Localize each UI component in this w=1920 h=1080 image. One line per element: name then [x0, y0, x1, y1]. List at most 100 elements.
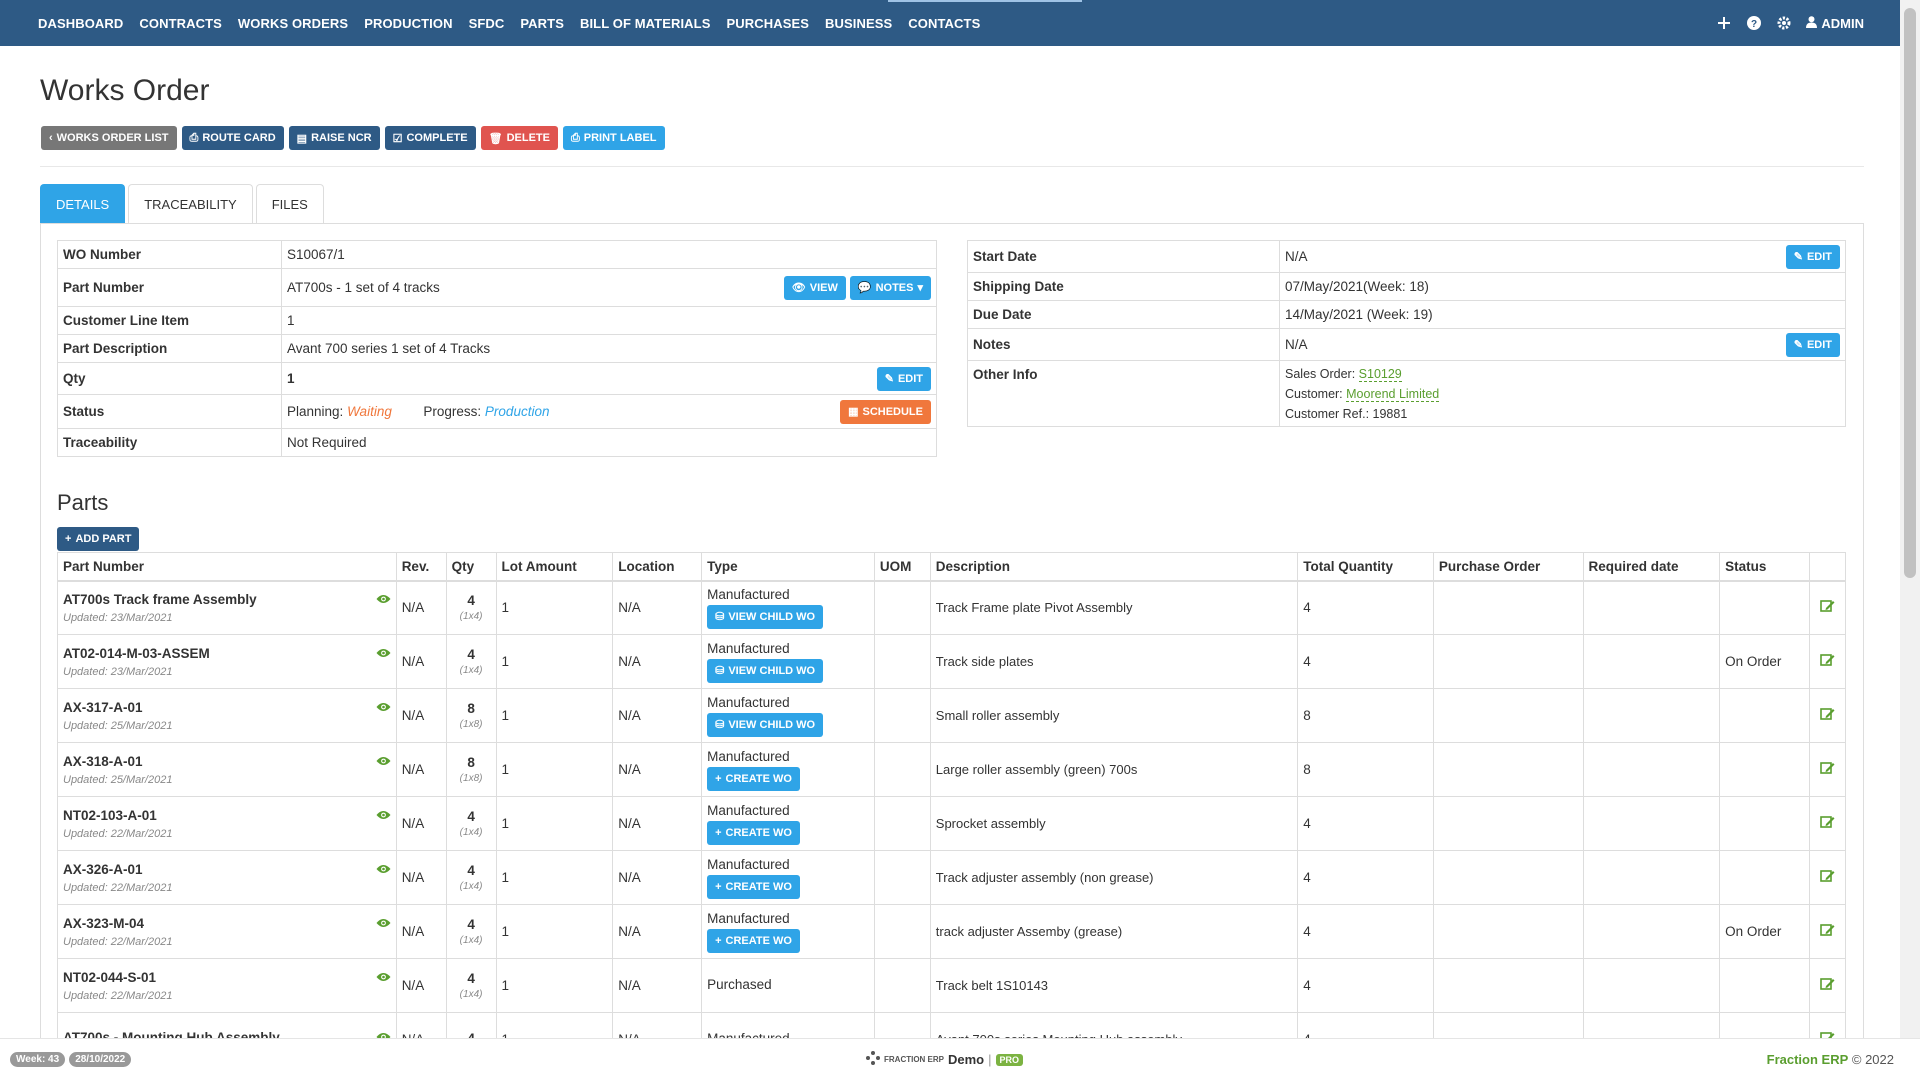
part-number-cell: NT02-044-S-01 Updated: 22/Mar/2021 [57, 958, 397, 1013]
part-number[interactable]: AX-317-A-01 [63, 700, 172, 715]
plus-icon[interactable] [1716, 15, 1732, 31]
col-total-quantity[interactable]: Total Quantity [1297, 552, 1434, 582]
part-number[interactable]: NT02-103-A-01 [63, 808, 172, 823]
col-purchase-order[interactable]: Purchase Order [1432, 552, 1584, 582]
qty-breakdown: (1x8) [459, 773, 483, 784]
edit-icon[interactable] [1820, 924, 1835, 940]
eye-icon[interactable] [376, 862, 391, 877]
part-number[interactable]: AX-326-A-01 [63, 862, 172, 877]
type-value: Manufactured [707, 748, 790, 764]
edit-icon[interactable] [1820, 762, 1835, 778]
create-wo-button[interactable]: + CREATE WO [707, 820, 800, 845]
create-wo-button[interactable]: + CREATE WO [707, 874, 800, 899]
print-label-button[interactable]: ⎙ PRINT LABEL [562, 126, 665, 150]
eye-icon[interactable] [376, 754, 391, 769]
nav-contacts[interactable]: CONTACTS [900, 16, 988, 31]
uom-cell [873, 742, 931, 797]
tab-files[interactable]: FILES [255, 184, 324, 224]
nav-business[interactable]: BUSINESS [817, 16, 900, 31]
raise-ncr-button[interactable]: ▤ RAISE NCR [288, 126, 380, 150]
scrollbar-thumb[interactable] [1904, 8, 1916, 578]
part-number-cell: AT02-014-M-03-ASSEM Updated: 23/Mar/2021 [57, 634, 397, 689]
delete-button[interactable]: 🗑 DELETE [480, 126, 558, 150]
updated-date: Updated: 22/Mar/2021 [63, 989, 173, 1002]
tab-traceability[interactable]: TRACEABILITY [128, 184, 253, 224]
part-number[interactable]: AX-323-M-04 [63, 916, 172, 931]
edit-icon[interactable] [1820, 708, 1835, 724]
eye-icon[interactable] [376, 916, 391, 931]
nav-purchases[interactable]: PURCHASES [718, 16, 817, 31]
col-status[interactable]: Status [1719, 552, 1810, 582]
fraction-logo-icon [866, 1051, 880, 1068]
plus-icon: + [715, 880, 722, 893]
complete-button[interactable]: ☑ COMPLETE [384, 126, 476, 150]
view-part-button[interactable]: 👁 VIEW [783, 275, 846, 300]
location-cell: N/A [612, 742, 703, 797]
description-cell: track adjuster Assemby (grease) [929, 904, 1299, 959]
col-lot-amount[interactable]: Lot Amount [495, 552, 614, 582]
edit-start-date-button[interactable]: ✎ EDIT [1785, 244, 1840, 269]
nav-works-orders[interactable]: WORKS ORDERS [230, 16, 356, 31]
parts-heading: Parts [57, 490, 109, 515]
tab-details[interactable]: DETAILS [40, 184, 126, 224]
edit-icon[interactable] [1820, 870, 1835, 886]
table-row: AX-326-A-01 Updated: 22/Mar/2021 N/A 4 (… [57, 850, 1847, 905]
customer-link[interactable]: Moorend Limited [1346, 386, 1440, 402]
col-required-date[interactable]: Required date [1582, 552, 1721, 582]
rev-cell: N/A [395, 796, 447, 851]
qty-value: 1 [287, 371, 295, 386]
add-part-button[interactable]: + ADD PART [57, 527, 140, 551]
notes-dropdown-button[interactable]: 💬 NOTES ▾ [849, 275, 931, 300]
eye-icon[interactable] [376, 700, 391, 715]
description-cell: Track Frame plate Pivot Assembly [929, 580, 1299, 635]
print-icon: ⎙ [570, 131, 580, 144]
edit-qty-button[interactable]: ✎ EDIT [876, 366, 931, 391]
col-description[interactable]: Description [929, 552, 1299, 582]
nav-parts[interactable]: PARTS [512, 16, 572, 31]
col-type[interactable]: Type [701, 552, 875, 582]
edit-icon[interactable] [1820, 816, 1835, 832]
create-wo-button[interactable]: + CREATE WO [707, 928, 800, 953]
schedule-button[interactable]: ▦ SCHEDULE [840, 399, 931, 424]
nav-production[interactable]: PRODUCTION [356, 16, 460, 31]
user-menu[interactable]: ADMIN [1806, 16, 1864, 31]
view-child-wo-button[interactable]: ⛁ VIEW CHILD WO [707, 712, 824, 737]
part-number[interactable]: AT700s Track frame Assembly [63, 592, 257, 607]
col-rev[interactable]: Rev. [395, 552, 447, 582]
view-child-wo-button[interactable]: ⛁ VIEW CHILD WO [707, 658, 824, 683]
help-icon[interactable]: ? [1746, 15, 1762, 31]
required-date-cell [1582, 634, 1721, 689]
nav-contracts[interactable]: CONTRACTS [131, 16, 230, 31]
user-name: ADMIN [1821, 15, 1864, 31]
start-date-label: Start Date [967, 240, 1280, 273]
edit-icon[interactable] [1820, 978, 1835, 994]
eye-icon[interactable] [376, 808, 391, 823]
nav-bill-of-materials[interactable]: BILL OF MATERIALS [572, 16, 719, 31]
nav-sfdc[interactable]: SFDC [461, 16, 513, 31]
col-qty[interactable]: Qty [445, 552, 497, 582]
col-uom[interactable]: UOM [873, 552, 931, 582]
cubes-icon: ⛁ [715, 719, 725, 731]
eye-icon[interactable] [376, 970, 391, 985]
gear-icon[interactable] [1776, 15, 1792, 31]
sales-order-link[interactable]: S10129 [1358, 366, 1402, 382]
nav-dashboard[interactable]: DASHBOARD [30, 16, 131, 31]
action-bar: ‹ WORKS ORDER LIST ⎙ ROUTE CARD ▤ RAISE NCR… [41, 126, 665, 150]
part-number[interactable]: AX-318-A-01 [63, 754, 172, 769]
create-wo-button[interactable]: + CREATE WO [707, 766, 800, 791]
edit-cell [1808, 688, 1847, 743]
page-scrollbar[interactable] [1900, 0, 1920, 1038]
works-order-list-button[interactable]: ‹ WORKS ORDER LIST [41, 126, 177, 150]
edit-icon[interactable] [1820, 600, 1835, 616]
eye-icon[interactable] [376, 646, 391, 661]
edit-cell [1808, 634, 1847, 689]
col-location[interactable]: Location [612, 552, 703, 582]
route-card-button[interactable]: ⎙ ROUTE CARD [181, 126, 284, 150]
eye-icon[interactable] [376, 592, 391, 607]
part-number[interactable]: NT02-044-S-01 [63, 970, 172, 985]
view-child-wo-button[interactable]: ⛁ VIEW CHILD WO [707, 604, 824, 629]
edit-notes-button[interactable]: ✎ EDIT [1785, 332, 1840, 357]
edit-icon[interactable] [1820, 654, 1835, 670]
part-number[interactable]: AT02-014-M-03-ASSEM [63, 646, 210, 661]
col-part-number[interactable]: Part Number [57, 552, 397, 582]
